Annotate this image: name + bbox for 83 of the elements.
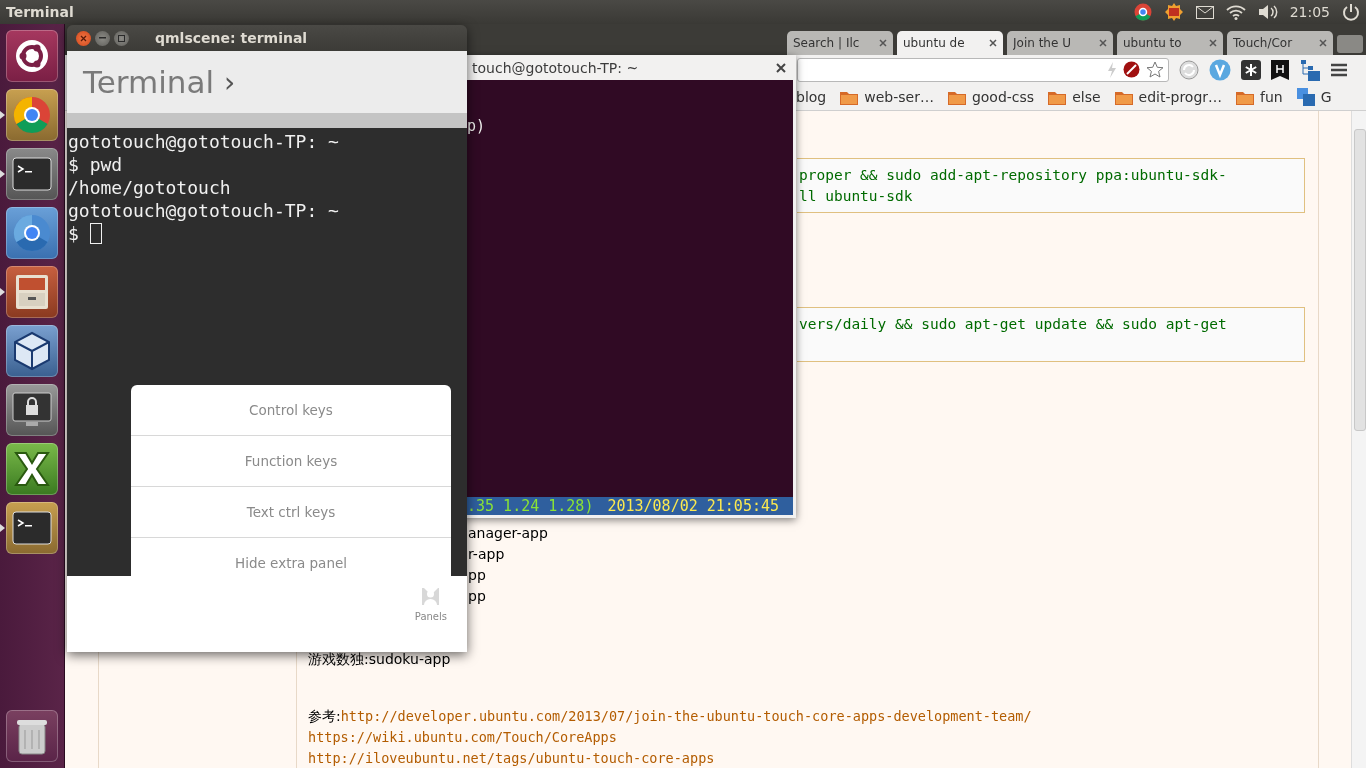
folder-icon	[840, 89, 859, 105]
bookmark[interactable]: web-ser…	[840, 89, 934, 105]
h-extension-icon[interactable]	[1271, 59, 1289, 80]
close-icon	[80, 34, 87, 42]
text-line: 游戏数独:sudoku-app	[308, 650, 452, 669]
close-icon[interactable]	[1099, 39, 1107, 47]
text-line: r-app	[468, 545, 506, 564]
link[interactable]: http://iloveubuntu.net/tags/ubuntu-touch-core-apps	[308, 750, 715, 766]
page-title: Terminal	[83, 64, 214, 100]
chrome-indicator-icon[interactable]	[1133, 3, 1152, 21]
input-method-icon[interactable]	[1163, 2, 1184, 22]
trash-icon[interactable]	[6, 710, 58, 762]
close-icon[interactable]	[776, 62, 786, 73]
terminal-line: $	[68, 222, 79, 245]
text-cursor	[89, 223, 102, 244]
folder-icon	[947, 89, 966, 105]
reference-label: 参考:	[308, 708, 341, 724]
folder-icon	[1236, 89, 1255, 105]
load-average: .35 1.24 1.28)	[467, 497, 594, 515]
link[interactable]: http://developer.ubuntu.com/2013/07/join-the-ubuntu-touch-core-apps-development-team/	[340, 708, 1032, 724]
volume-icon[interactable]	[1257, 4, 1278, 20]
x-logo-icon[interactable]	[6, 443, 58, 495]
bookmark[interactable]: blog	[796, 89, 827, 105]
browser-tab[interactable]: Touch/Cor	[1227, 31, 1333, 55]
text-line: anager-app	[468, 524, 549, 543]
ubuntu-logo-icon[interactable]	[6, 30, 58, 82]
terminal-icon[interactable]	[6, 502, 58, 554]
terminal-line: $ pwd	[68, 153, 123, 176]
close-icon[interactable]	[1209, 39, 1217, 47]
mail-icon[interactable]	[1195, 5, 1214, 19]
minimize-icon	[99, 37, 106, 39]
text-line: pp	[468, 587, 487, 606]
translate-icon	[1296, 88, 1315, 106]
wifi-icon[interactable]	[1225, 4, 1246, 20]
bookmark[interactable]: else	[1048, 89, 1101, 105]
terminal-icon[interactable]	[6, 148, 58, 200]
chrome-icon[interactable]	[6, 89, 58, 141]
blocked-icon[interactable]	[1123, 61, 1140, 78]
minimize-button[interactable]	[95, 30, 110, 46]
maximize-icon	[118, 34, 125, 42]
menu-icon[interactable]	[1331, 62, 1347, 77]
code-block: vers/daily && sudo apt-get update && sudo apt-get	[797, 307, 1305, 362]
scrollbar[interactable]	[1351, 111, 1366, 768]
window-title: qmlscene: terminal	[155, 30, 308, 46]
folder-icon	[1114, 89, 1133, 105]
maximize-button[interactable]	[114, 30, 129, 46]
power-icon[interactable]	[1342, 3, 1360, 21]
browser-tab[interactable]: Join the U	[1007, 31, 1113, 55]
browser-tab[interactable]: ubuntu to	[1117, 31, 1223, 55]
tree-extension-icon[interactable]	[1299, 58, 1321, 81]
terminal-line: p)	[466, 116, 487, 136]
browser-tab[interactable]: Search | Ilc	[787, 31, 893, 55]
browser-tab[interactable]: ubuntu de	[897, 31, 1003, 55]
window-title: touch@gototouch-TP: ~	[472, 59, 639, 76]
close-button[interactable]	[76, 30, 91, 46]
sync-icon[interactable]	[1179, 59, 1199, 80]
app-title: Terminal	[6, 4, 74, 20]
folder-icon	[1048, 89, 1067, 105]
terminal-line: gototouch@gototouch-TP: ~	[68, 130, 339, 153]
padlock-icon[interactable]	[6, 384, 58, 436]
bookmark[interactable]: good-css	[947, 89, 1035, 105]
close-icon[interactable]	[989, 39, 997, 47]
address-bar[interactable]	[797, 57, 1169, 82]
asterisk-extension-icon[interactable]	[1241, 59, 1261, 80]
bookmark[interactable]: edit-progr…	[1114, 89, 1223, 105]
bookmark[interactable]: fun	[1236, 89, 1283, 105]
star-icon[interactable]	[1146, 61, 1164, 78]
file-cabinet-icon[interactable]	[6, 266, 58, 318]
date-time: 2013/08/02 21:05:45	[607, 497, 780, 515]
v-extension-icon[interactable]	[1209, 58, 1231, 81]
close-icon[interactable]	[1319, 39, 1327, 47]
clock[interactable]: 21:05	[1289, 4, 1330, 20]
link[interactable]: https://wiki.ubuntu.com/Touch/CoreApps	[308, 729, 617, 745]
panels-button[interactable]: Panels	[414, 588, 447, 622]
bookmark[interactable]: G	[1296, 88, 1332, 106]
terminal-line: /home/gototouch	[68, 176, 231, 199]
chromium-icon[interactable]	[6, 207, 58, 259]
chevron[interactable]: ›	[224, 65, 236, 99]
code-block: proper && sudo add-apt-repository ppa:ubuntu-sdk- ll ubuntu-sdk	[797, 158, 1305, 213]
text-line: pp	[468, 566, 487, 585]
close-icon[interactable]	[879, 39, 887, 47]
terminal-line: gototouch@gototouch-TP: ~	[68, 199, 339, 222]
cube-icon[interactable]	[6, 325, 58, 377]
